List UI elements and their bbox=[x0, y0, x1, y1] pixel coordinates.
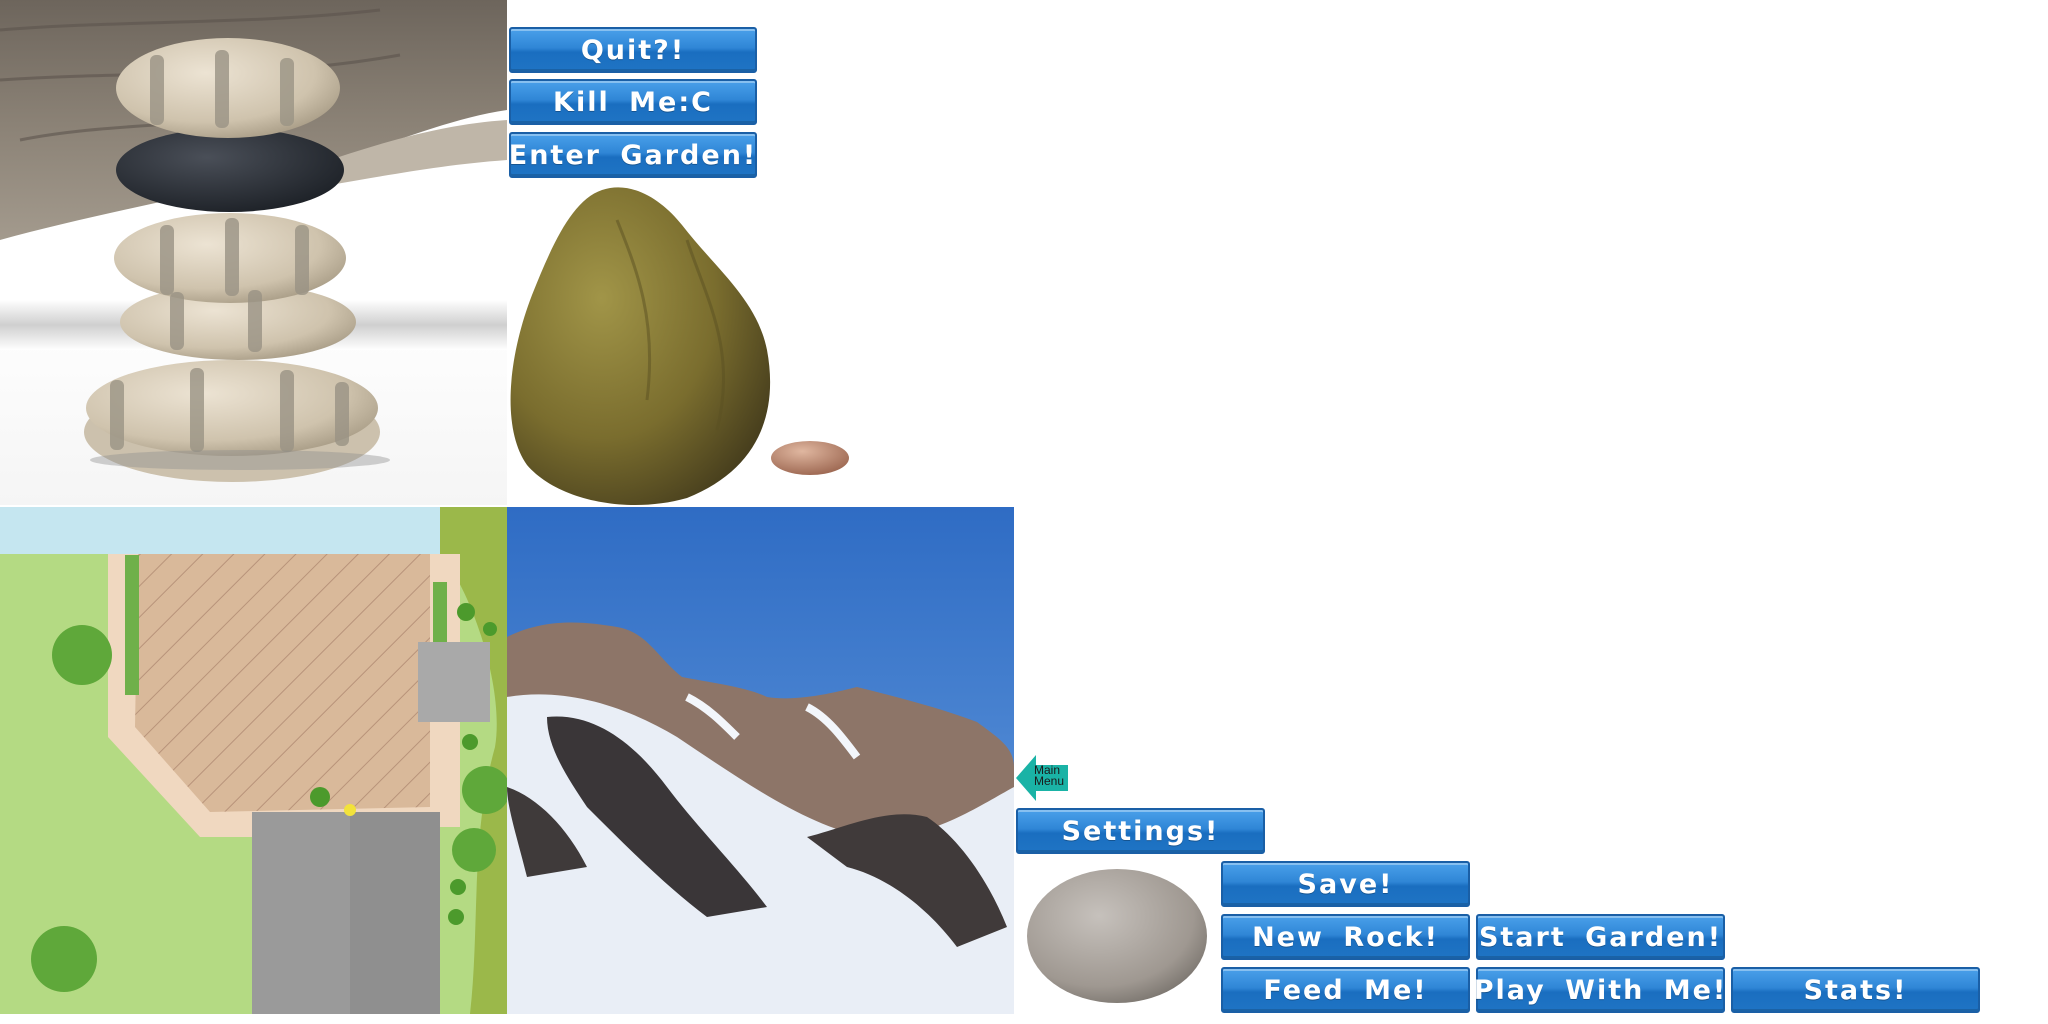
stacked-stones-image bbox=[0, 0, 507, 505]
stats-button[interactable]: Stats! bbox=[1731, 967, 1980, 1013]
new-rock-button[interactable]: New Rock! bbox=[1221, 914, 1470, 960]
mountain-drawing bbox=[507, 507, 1014, 1014]
kill-me-button[interactable]: Kill Me:C bbox=[509, 79, 757, 125]
pet-rock-boulder-image bbox=[510, 187, 849, 506]
main-menu-button[interactable]: Main Menu bbox=[1016, 755, 1068, 801]
stacked-stones-drawing bbox=[0, 0, 507, 482]
garden-plan-image[interactable] bbox=[0, 507, 507, 1014]
main-menu-label-line2: Menu bbox=[1034, 774, 1065, 788]
garden-plan-drawing bbox=[0, 507, 507, 1014]
save-button[interactable]: Save! bbox=[1221, 861, 1470, 907]
small-pebble bbox=[771, 441, 849, 475]
feed-me-button[interactable]: Feed Me! bbox=[1221, 967, 1470, 1013]
settings-button[interactable]: Settings! bbox=[1016, 808, 1265, 854]
enter-garden-button[interactable]: Enter Garden! bbox=[509, 132, 757, 178]
quit-button[interactable]: Quit?! bbox=[509, 27, 757, 73]
grey-rock-image bbox=[1027, 869, 1207, 1003]
mountain-photo[interactable] bbox=[507, 507, 1014, 1014]
start-garden-button[interactable]: Start Garden! bbox=[1476, 914, 1725, 960]
main-menu-label: Main Menu bbox=[1034, 764, 1065, 788]
play-with-me-button[interactable]: Play With Me! bbox=[1474, 967, 1725, 1013]
